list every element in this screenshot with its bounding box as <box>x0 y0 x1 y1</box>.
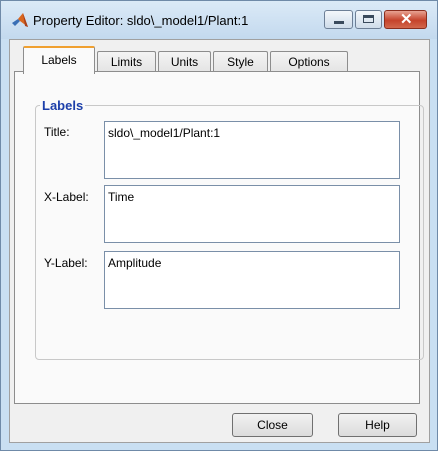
ylabel-label: Y-Label: <box>44 256 88 270</box>
title-field[interactable]: sldo\_model1/Plant:1 <box>104 121 400 179</box>
close-icon: ✕ <box>400 11 413 28</box>
close-window-button[interactable]: ✕ <box>384 10 427 29</box>
matlab-logo-icon <box>11 12 29 28</box>
xlabel-label: X-Label: <box>44 190 89 204</box>
labels-group-title: Labels <box>40 98 86 113</box>
tab-style[interactable]: Style <box>213 51 268 73</box>
minimize-icon <box>334 21 344 24</box>
xlabel-field[interactable]: Time <box>104 185 400 243</box>
title-bar[interactable]: Property Editor: sldo\_model1/Plant:1 ✕ <box>1 1 437 39</box>
ylabel-field[interactable]: Amplitude <box>104 251 400 309</box>
maximize-icon <box>363 15 374 23</box>
tab-options[interactable]: Options <box>270 51 348 73</box>
window-title: Property Editor: sldo\_model1/Plant:1 <box>33 13 249 28</box>
maximize-button[interactable] <box>355 10 382 29</box>
tab-limits[interactable]: Limits <box>97 51 156 73</box>
minimize-button[interactable] <box>324 10 353 29</box>
help-button[interactable]: Help <box>338 413 417 437</box>
close-button[interactable]: Close <box>232 413 313 437</box>
tab-labels[interactable]: Labels <box>23 46 95 74</box>
title-label: Title: <box>44 125 70 139</box>
tab-units[interactable]: Units <box>158 51 211 73</box>
